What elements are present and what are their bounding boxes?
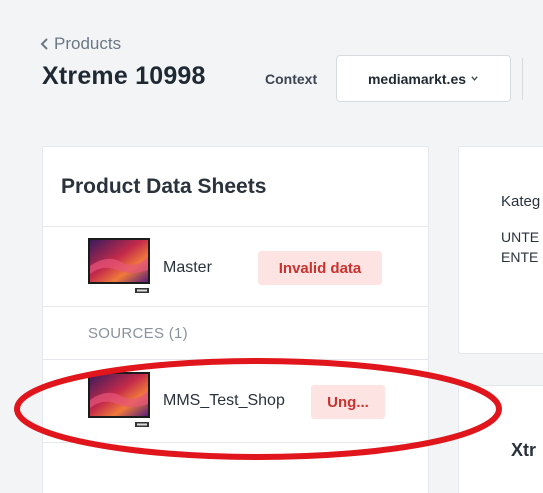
category-line-2: ENTE: [501, 249, 539, 265]
source-status-badge: Ung...: [311, 385, 385, 419]
category-card: Kateg UNTE ENTE: [458, 146, 543, 354]
divider: [43, 442, 428, 443]
category-heading: Kateg: [501, 193, 541, 210]
product-detail-card: Xtr: [458, 385, 543, 493]
source-row-mms-test-shop[interactable]: MMS_Test_Shop Ung...: [43, 360, 428, 440]
invalid-data-badge: Invalid data: [258, 251, 382, 285]
tv-thumbnail-icon: [88, 238, 150, 293]
chevron-down-icon: [471, 76, 478, 81]
tv-thumbnail-icon: [88, 372, 150, 427]
page-title: Xtreme 10998: [42, 62, 206, 90]
category-line-1: UNTE: [501, 229, 540, 245]
master-row[interactable]: Master Invalid data: [43, 227, 428, 307]
context-label: Context: [265, 71, 318, 87]
product-detail-title: Xtr: [511, 440, 537, 460]
product-data-sheets-card: Product Data Sheets Master Invalid data …: [42, 146, 429, 493]
back-to-products-link[interactable]: Products: [40, 34, 121, 54]
context-select-value: mediamarkt.es: [367, 70, 467, 87]
back-link-label: Products: [54, 34, 122, 53]
page: Products Xtreme 10998 Context mediamarkt…: [0, 0, 543, 493]
master-label: Master: [163, 259, 212, 276]
chevron-left-icon: [40, 38, 48, 50]
context-select[interactable]: mediamarkt.es: [336, 55, 511, 102]
divider: [43, 306, 428, 307]
product-data-sheets-title: Product Data Sheets: [61, 175, 267, 198]
source-label: MMS_Test_Shop: [163, 392, 285, 409]
header-divider: [522, 58, 523, 100]
sources-header: SOURCES (1): [88, 325, 188, 342]
